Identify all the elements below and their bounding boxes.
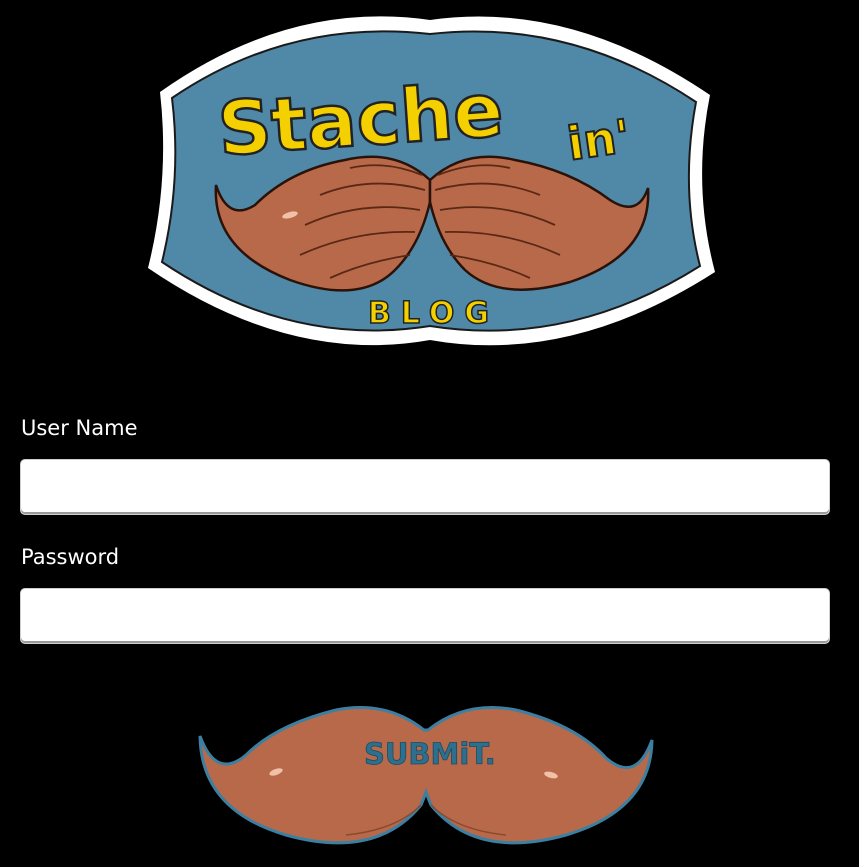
mustache-logo-icon: Stache in' BLOG — [148, 16, 715, 346]
logo-blog-text: BLOG — [368, 296, 499, 331]
mustache-submit-icon: SUBMiT. — [198, 706, 654, 845]
submit-label: SUBMiT. — [364, 737, 496, 771]
submit-button[interactable]: SUBMiT. — [196, 700, 656, 850]
password-label: Password — [21, 545, 120, 569]
stache-in-blog-logo: Stache in' BLOG — [140, 10, 720, 355]
password-input[interactable] — [20, 588, 830, 644]
username-input[interactable] — [20, 459, 830, 515]
logo-suffix-text: in' — [564, 109, 634, 171]
username-label: User Name — [21, 416, 138, 440]
